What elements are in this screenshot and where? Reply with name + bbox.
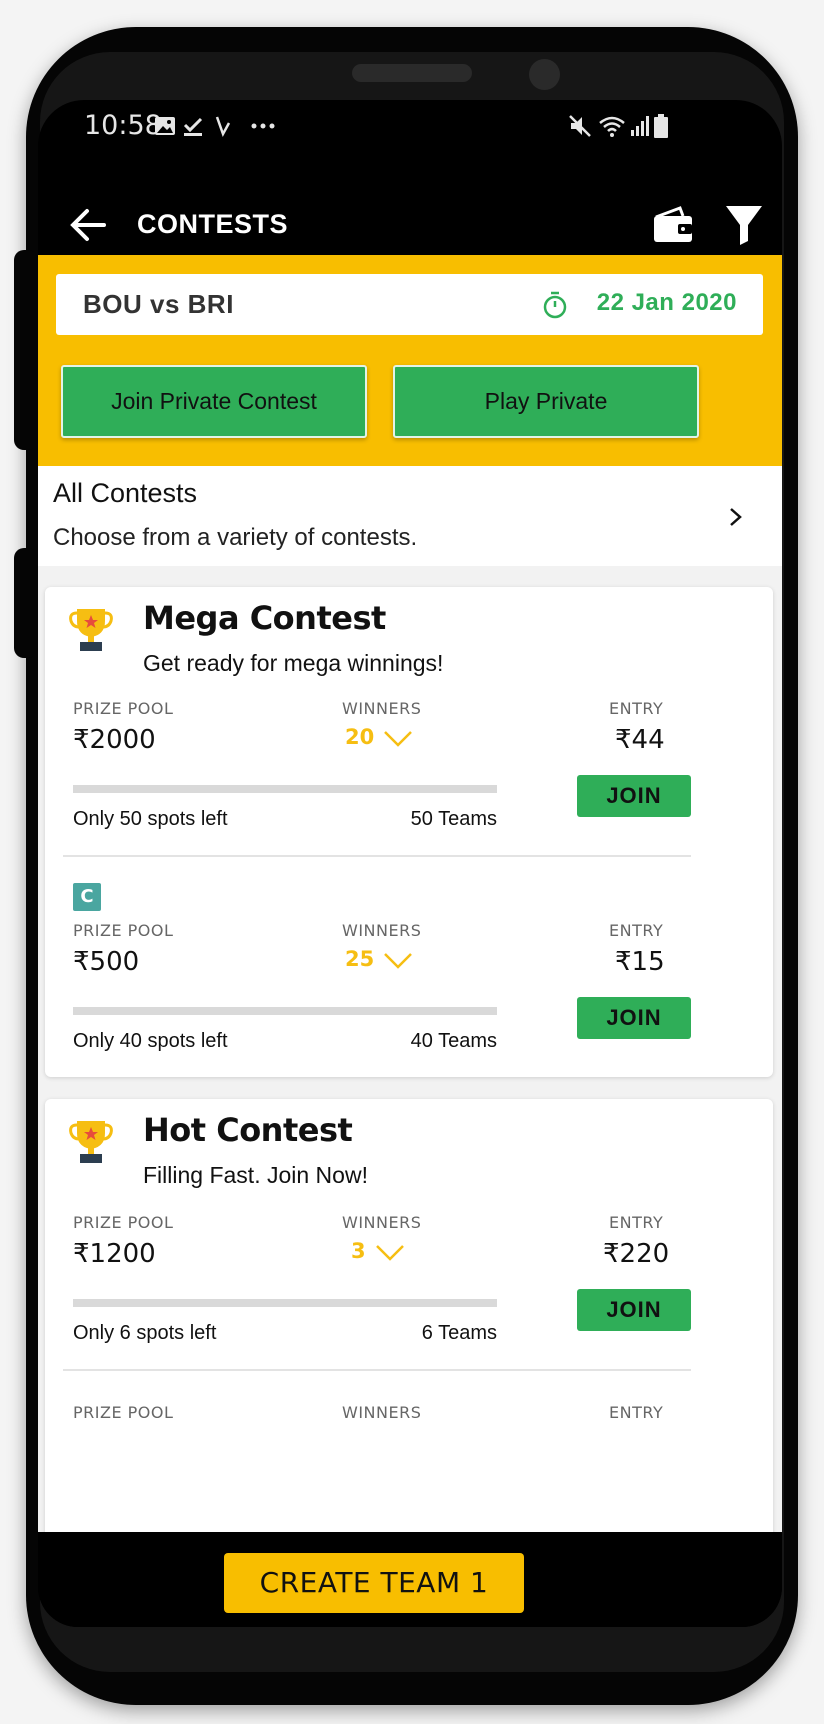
entry-fee-value: ₹220 [603, 1239, 670, 1269]
contest-list: All Contests Choose from a variety of co… [38, 466, 782, 1532]
signal-icon [631, 116, 649, 136]
spots-progress-bar [73, 1007, 497, 1015]
entry-label: ENTRY [609, 921, 664, 940]
contest-card-mega: Mega Contest Get ready for mega winnings… [45, 587, 773, 1077]
join-button[interactable]: JOIN [577, 1289, 691, 1331]
all-contests-row[interactable]: All Contests Choose from a variety of co… [38, 466, 782, 566]
wallet-icon[interactable] [652, 205, 694, 245]
card-title: Mega Contest [143, 599, 386, 637]
winners-value[interactable]: 25 [345, 947, 374, 971]
entry-label: ENTRY [609, 1213, 664, 1232]
create-team-button[interactable]: CREATE TEAM 1 [224, 1553, 524, 1613]
prize-pool-value: ₹2000 [73, 725, 156, 755]
divider [63, 855, 691, 857]
phone-speaker [352, 64, 472, 82]
entry-fee-value: ₹44 [615, 725, 665, 755]
winners-label: WINNERS [342, 1213, 422, 1232]
chevron-right-icon [730, 508, 742, 526]
all-contests-subtitle: Choose from a variety of contests. [53, 524, 418, 551]
spots-progress-bar [73, 785, 497, 793]
status-time: 10:58 [84, 110, 162, 141]
contest-row: PRIZE POOL WINNERS ENTRY ₹500 25 ₹15 Onl… [45, 917, 773, 1077]
prize-pool-value: ₹500 [73, 947, 140, 977]
phone-camera [529, 59, 560, 90]
gallery-icon [155, 117, 175, 135]
total-teams: 6 Teams [421, 1322, 497, 1344]
card-title: Hot Contest [143, 1111, 353, 1149]
all-contests-title: All Contests [53, 478, 198, 508]
match-panel: BOU vs BRI 22 Jan 2020 Join Private Cont… [38, 255, 782, 466]
spots-left: Only 40 spots left [73, 1030, 228, 1052]
winners-value[interactable]: 20 [345, 725, 374, 749]
page-title: CONTESTS [137, 209, 289, 239]
prize-pool-label: PRIZE POOL [73, 699, 174, 718]
entry-label: ENTRY [609, 1403, 664, 1422]
confirmed-contest-badge: C [73, 883, 101, 911]
entry-label: ENTRY [609, 699, 664, 718]
trophy-icon [69, 1121, 113, 1163]
play-private-button[interactable]: Play Private [393, 365, 699, 438]
status-bar: 10:58 [38, 100, 782, 160]
prize-pool-label: PRIZE POOL [73, 1213, 174, 1232]
spots-progress-bar [73, 1299, 497, 1307]
spots-left: Only 6 spots left [73, 1322, 217, 1344]
match-name: BOU vs BRI [83, 289, 234, 319]
contest-row: PRIZE POOL WINNERS ENTRY ₹1200 3 ₹220 On… [45, 1209, 773, 1369]
contest-row: PRIZE POOL WINNERS ENTRY [45, 1399, 773, 1532]
phone-side-button [14, 250, 38, 450]
mute-icon [569, 115, 591, 137]
match-info-box: BOU vs BRI 22 Jan 2020 [56, 274, 763, 335]
winners-value[interactable]: 3 [351, 1239, 366, 1263]
prize-pool-label: PRIZE POOL [73, 1403, 174, 1422]
join-button[interactable]: JOIN [577, 775, 691, 817]
spots-left: Only 50 spots left [73, 808, 228, 830]
missed-call-icon [215, 116, 231, 138]
trophy-icon [69, 609, 113, 651]
join-button[interactable]: JOIN [577, 997, 691, 1039]
timer-icon [543, 291, 567, 319]
entry-fee-value: ₹15 [615, 947, 665, 977]
chevron-down-icon[interactable] [375, 1243, 405, 1263]
match-date: 22 Jan 2020 [596, 289, 737, 316]
total-teams: 40 Teams [410, 1030, 497, 1052]
card-subtitle: Get ready for mega winnings! [143, 650, 444, 676]
chevron-down-icon[interactable] [383, 951, 413, 971]
contest-row: PRIZE POOL WINNERS ENTRY ₹2000 20 ₹44 On… [45, 695, 773, 855]
phone-side-button [14, 548, 38, 658]
wifi-icon [599, 116, 625, 137]
winners-label: WINNERS [342, 1403, 422, 1422]
join-private-contest-button[interactable]: Join Private Contest [61, 365, 367, 438]
winners-label: WINNERS [342, 699, 422, 718]
app-screen: 10:58 CONTESTS BOU vs BRI 22 Jan 2020 Jo… [38, 100, 782, 1627]
contest-card-hot: Hot Contest Filling Fast. Join Now! PRIZ… [45, 1099, 773, 1532]
chevron-down-icon[interactable] [383, 729, 413, 749]
filter-icon[interactable] [724, 203, 764, 247]
battery-icon [654, 114, 668, 138]
bottom-bar: CREATE TEAM 1 [38, 1532, 782, 1627]
check-icon [183, 117, 203, 136]
prize-pool-value: ₹1200 [73, 1239, 156, 1269]
prize-pool-label: PRIZE POOL [73, 921, 174, 940]
winners-label: WINNERS [342, 921, 422, 940]
total-teams: 50 Teams [410, 808, 497, 830]
card-subtitle: Filling Fast. Join Now! [143, 1162, 368, 1188]
back-arrow-icon[interactable] [66, 202, 112, 248]
more-icon [251, 123, 275, 129]
divider [63, 1369, 691, 1371]
